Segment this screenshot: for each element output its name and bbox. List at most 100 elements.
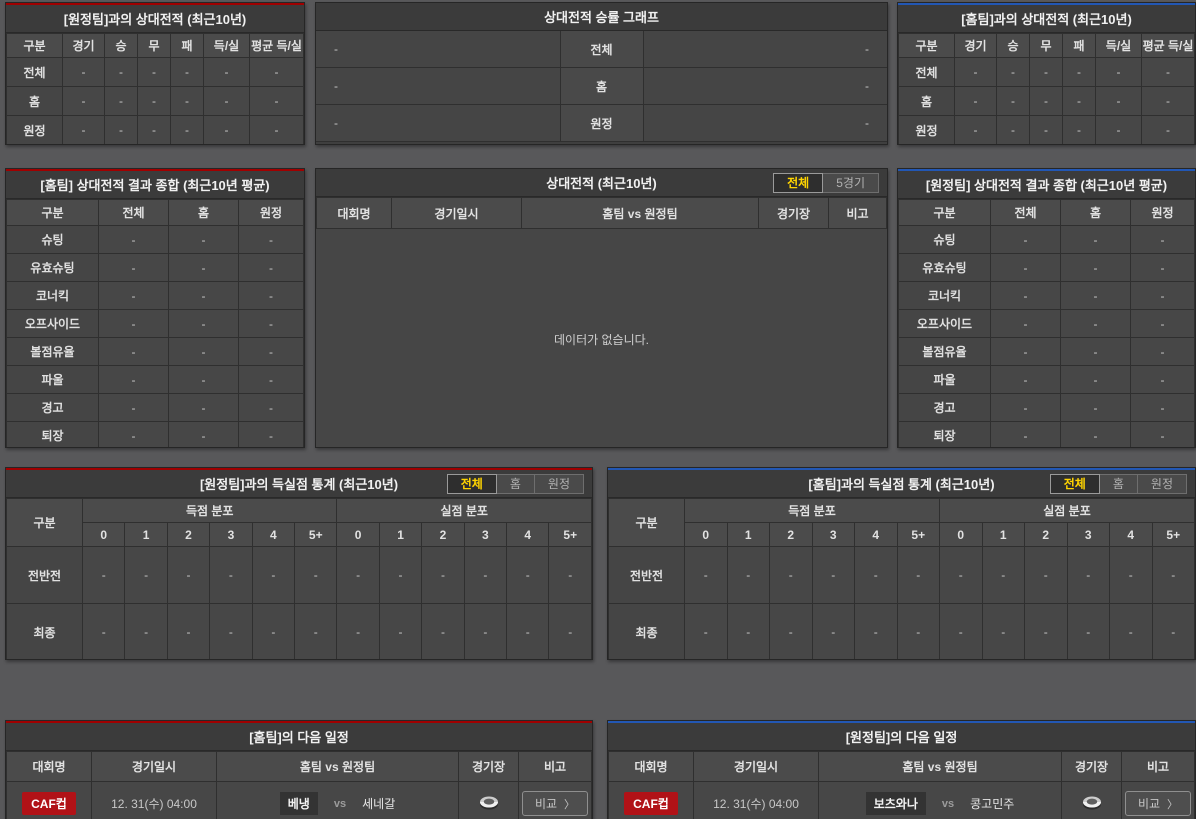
bin-header: 3 (811, 522, 855, 547)
stat-cell: - (726, 546, 770, 604)
table-row: 경고 - - - (898, 393, 1195, 422)
stat-cell: - (996, 86, 1030, 116)
stat-cell: - (98, 421, 169, 447)
tab-away[interactable]: 원정 (533, 474, 584, 494)
winrate-row-label: 홈 (559, 68, 644, 104)
stat-cell: - (1130, 253, 1195, 282)
tab-all[interactable]: 전체 (446, 474, 497, 494)
stat-cell: - (981, 603, 1025, 659)
bin-header: 1 (726, 522, 770, 547)
col-header: 경기 (954, 33, 997, 58)
bin-header: 5+ (896, 522, 940, 547)
col-header: 득/실 (203, 33, 250, 58)
stat-cell: - (1060, 309, 1131, 338)
winrate-row-label: 원정 (559, 105, 644, 141)
tab-all[interactable]: 전체 (773, 173, 824, 193)
winrate-row-label: 전체 (559, 31, 644, 67)
table-row: 전반전 - - - - - - - - - - - - (6, 546, 592, 604)
stat-cell: - (238, 365, 304, 394)
stat-cell: - (990, 309, 1061, 338)
header-row: 구분 경기 승 무 패 득/실 평균 득/실 (898, 33, 1195, 58)
tab-all[interactable]: 전체 (1049, 474, 1100, 494)
stat-cell: - (1029, 57, 1063, 87)
stat-cell: - (1130, 337, 1195, 366)
table-row: 파울 - - - (898, 365, 1195, 394)
panel-title-text: [홈팀]과의 득실점 통계 (최근10년) (808, 477, 995, 492)
stat-cell: - (336, 603, 380, 659)
row-label: 볼점유율 (898, 337, 991, 366)
stat-cell: - (990, 281, 1061, 310)
stat-cell: - (1095, 115, 1142, 144)
table-row: 최종 - - - - - - - - - - - - (608, 603, 1195, 659)
stat-cell: - (168, 225, 239, 254)
summary-away-table: 구분 전체 홈 원정 슈팅 - - - 유효슈팅 - - - 코너킥 - - -… (898, 199, 1195, 447)
row-label: 전체 (898, 57, 955, 87)
group-header-scored: 득점 분포 (684, 498, 940, 523)
compare-button[interactable]: 비교 〉 (521, 791, 589, 816)
stat-cell: - (506, 546, 550, 604)
row-label: 볼점유율 (6, 337, 99, 366)
stat-cell: - (168, 309, 239, 338)
stat-cell: - (548, 603, 592, 659)
table-row: 홈 - - - - - - (6, 86, 304, 116)
panel-title-text: [원정팀]의 다음 일정 (845, 730, 958, 745)
tab-home[interactable]: 홈 (1098, 474, 1138, 494)
matchup: 보츠와나 vs 콩고민주 (820, 792, 1061, 815)
competition-badge: CAF컵 (22, 792, 76, 815)
stat-cell: - (170, 115, 204, 144)
stat-cell: - (684, 546, 728, 604)
table-row: 오프사이드 - - - (6, 309, 304, 338)
stat-cell: - (238, 309, 304, 338)
table-row: 유효슈팅 - - - (6, 253, 304, 282)
row-label: 퇴장 (6, 421, 99, 447)
panel-h2h-matches: 상대전적 (최근10년) 전체 5경기 대회명 경기일시 홈팀 vs 원정팀 경… (315, 168, 888, 448)
stat-cell: - (1095, 57, 1142, 87)
table-row: 최종 - - - - - - - - - - - - (6, 603, 592, 659)
table-row: 전체 - - - - - - (6, 57, 304, 87)
bin-header: 3 (1066, 522, 1110, 547)
bin-header: 4 (1109, 522, 1153, 547)
stat-cell: - (168, 253, 239, 282)
tab-5-games[interactable]: 5경기 (822, 173, 879, 193)
table-row: 코너킥 - - - (6, 281, 304, 310)
row-label: 원정 (6, 115, 63, 144)
stat-cell: - (238, 393, 304, 422)
h2h-away-table: 구분 경기 승 무 패 득/실 평균 득/실 전체 - - - - - - 홈 … (6, 33, 304, 144)
stat-cell: - (954, 115, 997, 144)
group-header-conceded: 실점 분포 (336, 498, 592, 523)
panel-winrate-graph: 상대전적 승률 그래프 - 전체 - - 홈 - - 원정 - (315, 2, 888, 145)
group-header-scored: 득점 분포 (81, 498, 338, 523)
stadium-icon (1081, 793, 1103, 811)
stat-cell: - (249, 115, 304, 144)
compare-button[interactable]: 비교 〉 (1124, 791, 1192, 816)
stat-cell: - (238, 281, 304, 310)
panel-title: [홈팀]과의 득실점 통계 (최근10년) 전체 홈 원정 (608, 470, 1195, 498)
bin-header: 4 (854, 522, 898, 547)
col-header: 경기장 (1061, 751, 1122, 782)
row-label: 최종 (608, 603, 685, 659)
stat-cell: - (168, 365, 239, 394)
table-row: 슈팅 - - - (6, 225, 304, 254)
chevron-right-icon: 〉 (1167, 798, 1179, 811)
corner-header: 구분 (608, 498, 685, 547)
h2h-matches-table: 대회명 경기일시 홈팀 vs 원정팀 경기장 비고 (316, 197, 887, 229)
table-row: 슈팅 - - - (898, 225, 1195, 254)
col-header: 패 (1062, 33, 1096, 58)
header-row: 구분 전체 홈 원정 (898, 199, 1195, 226)
tab-home[interactable]: 홈 (495, 474, 535, 494)
stat-cell: - (1141, 115, 1195, 144)
col-header: 구분 (898, 33, 955, 58)
stat-cell: - (203, 115, 250, 144)
stat-cell: - (1130, 365, 1195, 394)
tab-away[interactable]: 원정 (1136, 474, 1187, 494)
stat-cell: - (209, 546, 253, 604)
stat-cell: - (954, 57, 997, 87)
group-header-row: 구분 득점 분포 실점 분포 (608, 498, 1195, 547)
stat-cell: - (1062, 57, 1096, 87)
stat-cell: - (238, 253, 304, 282)
panel-title: 상대전적 승률 그래프 (316, 3, 887, 31)
stat-cell: - (1060, 225, 1131, 254)
stat-cell: - (1066, 603, 1110, 659)
stat-cell: - (996, 115, 1030, 144)
stat-cell: - (939, 546, 983, 604)
